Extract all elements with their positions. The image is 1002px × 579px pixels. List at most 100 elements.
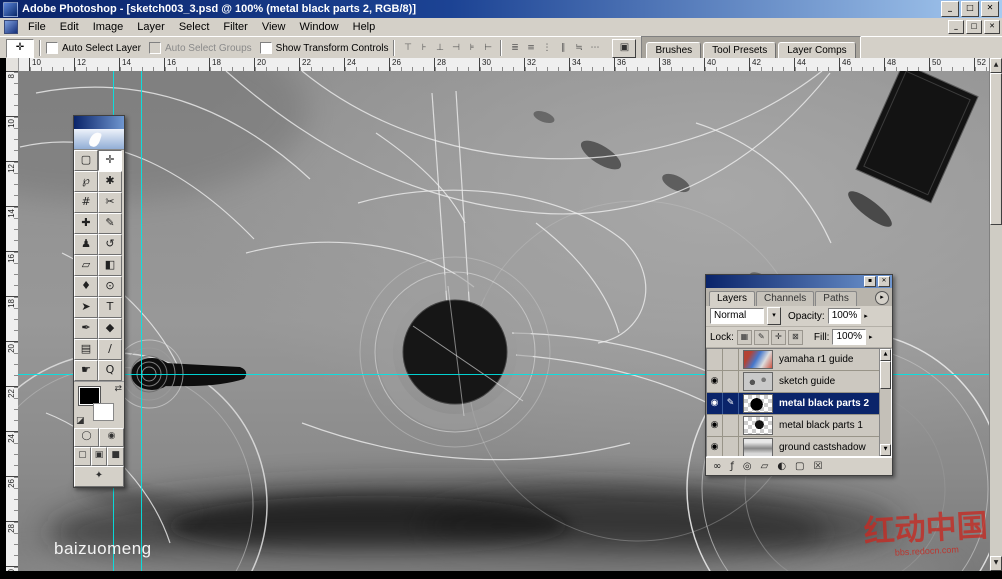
fill-value[interactable]: 100% bbox=[832, 329, 866, 345]
standard-mode-button[interactable]: ◯ bbox=[74, 428, 99, 447]
dodge-tool[interactable]: ⊙ bbox=[98, 276, 122, 297]
layer-style-icon[interactable]: ƒ bbox=[730, 459, 734, 475]
scrollbar-track[interactable] bbox=[990, 225, 1002, 556]
palette-well-tab[interactable]: Tool Presets bbox=[703, 42, 776, 59]
new-layer-set-icon[interactable]: ▱ bbox=[761, 459, 769, 475]
menu-item[interactable]: Edit bbox=[53, 19, 86, 35]
close-button[interactable]: ✕ bbox=[981, 1, 999, 17]
menu-item[interactable]: File bbox=[21, 19, 53, 35]
move-tool[interactable]: ✛ bbox=[98, 150, 122, 171]
layer-row[interactable]: ◉ ✎ metal black parts 2 bbox=[707, 393, 879, 415]
vertical-guide[interactable] bbox=[141, 71, 142, 571]
pen-tool[interactable]: ✒ bbox=[74, 318, 98, 339]
lock-transparency-icon[interactable]: ▦ bbox=[737, 330, 752, 345]
horizontal-ruler[interactable]: 1012141618202224262830323436384042444648… bbox=[0, 58, 990, 72]
distribute-vertical-centers-icon[interactable]: ≡ bbox=[523, 41, 538, 56]
standard-screen-mode-button[interactable]: ▢ bbox=[74, 447, 91, 466]
visibility-toggle[interactable]: ◉ bbox=[707, 415, 723, 436]
layer-link-cell[interactable]: ✎ bbox=[723, 393, 739, 414]
hand-tool[interactable]: ☛ bbox=[74, 360, 98, 381]
current-tool-icon[interactable]: ✛ bbox=[6, 39, 34, 58]
adjustment-layer-icon[interactable]: ◐ bbox=[777, 459, 786, 475]
vertical-scrollbar[interactable]: ▲ ▼ bbox=[989, 58, 1002, 571]
fullscreen-with-menubar-button[interactable]: ▣ bbox=[91, 447, 108, 466]
healing-brush-tool[interactable]: ✚ bbox=[74, 213, 98, 234]
menu-item[interactable]: Window bbox=[293, 19, 346, 35]
layer-thumbnail[interactable] bbox=[743, 438, 773, 456]
distribute-top-edges-icon[interactable]: ≣ bbox=[507, 41, 522, 56]
menu-item[interactable]: Layer bbox=[130, 19, 172, 35]
visibility-toggle[interactable] bbox=[707, 349, 723, 370]
opacity-slider-arrow[interactable]: ▸ bbox=[864, 312, 868, 320]
layer-link-cell[interactable] bbox=[723, 349, 739, 370]
layer-mask-icon[interactable]: ◎ bbox=[743, 459, 752, 475]
rectangular-marquee-tool[interactable]: ▢ bbox=[74, 150, 98, 171]
link-layers-icon[interactable]: ∞ bbox=[713, 459, 721, 475]
layer-thumbnail[interactable] bbox=[743, 416, 773, 435]
scroll-up-button[interactable]: ▲ bbox=[990, 58, 1002, 73]
palette-close-button[interactable]: ✕ bbox=[878, 276, 890, 287]
layer-scroll-down-button[interactable]: ▼ bbox=[880, 444, 891, 456]
blur-tool[interactable]: ♦ bbox=[74, 276, 98, 297]
visibility-toggle[interactable]: ◉ bbox=[707, 437, 723, 456]
palette-collapse-button[interactable]: ▪ bbox=[864, 276, 876, 287]
layer-row[interactable]: ◉ metal black parts 1 bbox=[707, 415, 879, 437]
align-right-edges-icon[interactable]: ⊢ bbox=[480, 41, 495, 56]
option-checkbox[interactable]: Auto Select Groups bbox=[149, 42, 252, 54]
layer-list-scrollbar[interactable]: ▲ ▼ bbox=[879, 349, 891, 456]
option-checkbox[interactable]: Auto Select Layer bbox=[46, 42, 141, 54]
crop-tool[interactable]: # bbox=[74, 192, 98, 213]
slice-tool[interactable]: ✂ bbox=[98, 192, 122, 213]
layer-thumbnail[interactable] bbox=[743, 372, 773, 391]
new-layer-icon[interactable]: ▢ bbox=[795, 459, 804, 475]
opacity-value[interactable]: 100% bbox=[828, 308, 862, 324]
align-left-edges-icon[interactable]: ⊣ bbox=[448, 41, 463, 56]
jump-to-imageready-button[interactable]: ✦ bbox=[74, 466, 124, 487]
eraser-tool[interactable]: ▱ bbox=[74, 255, 98, 276]
swap-colors-icon[interactable]: ⇄ bbox=[114, 384, 122, 394]
layer-scrollbar-thumb[interactable] bbox=[880, 361, 891, 389]
visibility-toggle[interactable]: ◉ bbox=[707, 393, 723, 414]
blend-mode-dropdown-arrow[interactable]: ▾ bbox=[767, 307, 781, 325]
lasso-tool[interactable]: ℘ bbox=[74, 171, 98, 192]
layer-link-cell[interactable] bbox=[723, 437, 739, 456]
palette-well-tab[interactable]: Layer Comps bbox=[778, 42, 855, 59]
menu-item[interactable]: Select bbox=[172, 19, 217, 35]
type-tool[interactable]: T bbox=[98, 297, 122, 318]
custom-shape-tool[interactable]: ◆ bbox=[98, 318, 122, 339]
fullscreen-mode-button[interactable]: ■ bbox=[107, 447, 124, 466]
layer-scroll-up-button[interactable]: ▲ bbox=[880, 349, 891, 361]
notes-tool[interactable]: ▤ bbox=[74, 339, 98, 360]
delete-layer-icon[interactable]: ☒ bbox=[814, 459, 823, 475]
maximize-button[interactable]: □ bbox=[961, 1, 979, 17]
magic-wand-tool[interactable]: ✱ bbox=[98, 171, 122, 192]
checkbox[interactable] bbox=[46, 42, 58, 54]
menu-item[interactable]: Image bbox=[86, 19, 131, 35]
menu-item[interactable]: Help bbox=[346, 19, 383, 35]
default-colors-icon[interactable]: ◪ bbox=[76, 416, 85, 426]
palette-well-tab[interactable]: Brushes bbox=[646, 42, 701, 59]
lock-pixels-icon[interactable]: ✎ bbox=[754, 330, 769, 345]
checkbox[interactable] bbox=[260, 42, 272, 54]
menu-item[interactable]: Filter bbox=[216, 19, 254, 35]
scroll-down-button[interactable]: ▼ bbox=[990, 556, 1002, 571]
background-color-swatch[interactable] bbox=[93, 403, 114, 421]
brush-tool[interactable]: ✎ bbox=[98, 213, 122, 234]
distribute-right-edges-icon[interactable]: ⋯ bbox=[587, 41, 602, 56]
blend-mode-select[interactable]: Normal bbox=[710, 308, 764, 324]
history-brush-tool[interactable]: ↺ bbox=[98, 234, 122, 255]
distribute-bottom-edges-icon[interactable]: ⋮ bbox=[539, 41, 554, 56]
fill-slider-arrow[interactable]: ▸ bbox=[869, 333, 873, 341]
palette-menu-button[interactable]: ▸ bbox=[875, 291, 889, 305]
distribute-left-edges-icon[interactable]: ∥ bbox=[555, 41, 570, 56]
clone-stamp-tool[interactable]: ♟ bbox=[74, 234, 98, 255]
toolbox-titlebar[interactable] bbox=[74, 116, 124, 129]
layer-scrollbar-track[interactable] bbox=[880, 389, 891, 444]
scrollbar-thumb[interactable] bbox=[990, 73, 1002, 225]
layers-palette-titlebar[interactable]: ▪ ✕ bbox=[706, 275, 892, 288]
gradient-tool[interactable]: ◧ bbox=[98, 255, 122, 276]
distribute-horizontal-centers-icon[interactable]: ≒ bbox=[571, 41, 586, 56]
doc-close-button[interactable]: ✕ bbox=[984, 20, 1000, 34]
align-bottom-edges-icon[interactable]: ⊥ bbox=[432, 41, 447, 56]
align-vertical-centers-icon[interactable]: ⊦ bbox=[416, 41, 431, 56]
